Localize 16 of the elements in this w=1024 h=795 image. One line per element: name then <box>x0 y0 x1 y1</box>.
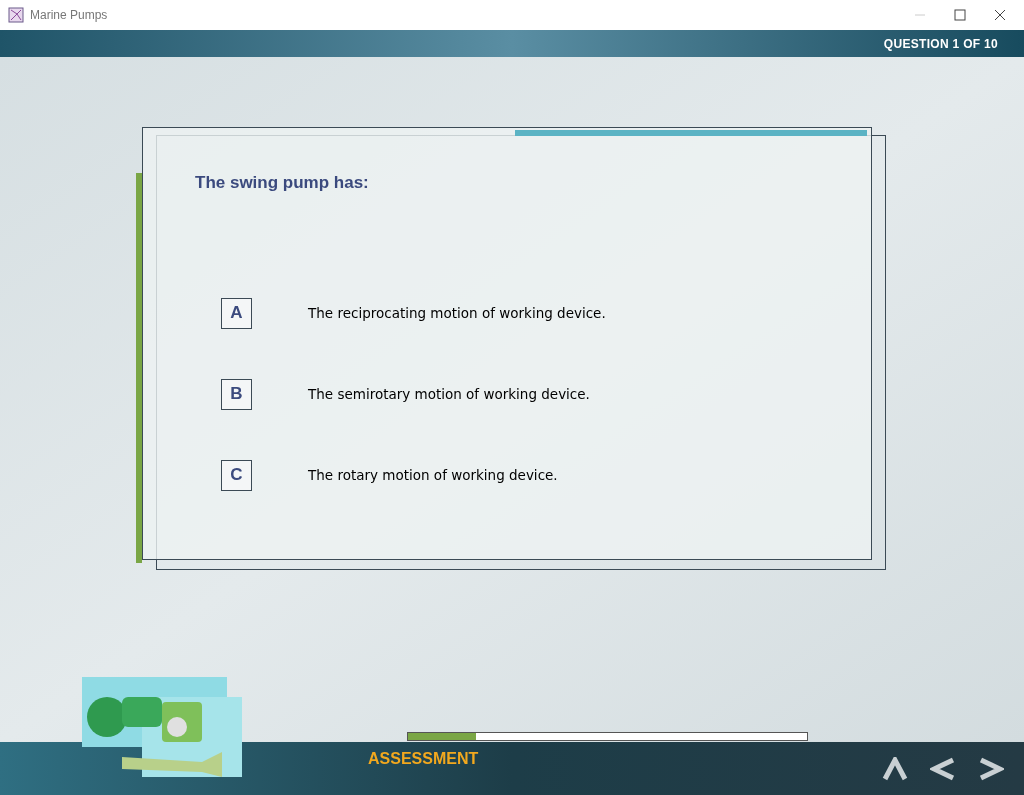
answer-text: The semirotary motion of working device. <box>308 384 590 404</box>
back-icon[interactable] <box>930 756 956 781</box>
section-title: ASSESSMENT <box>368 748 479 769</box>
forward-icon[interactable] <box>978 756 1004 781</box>
answer-text: The rotary motion of working device. <box>308 465 558 485</box>
close-icon[interactable] <box>994 9 1006 21</box>
maximize-icon[interactable] <box>954 9 966 21</box>
answer-option-button[interactable]: B <box>221 378 252 410</box>
question-counter: QUESTION 1 OF 10 <box>883 35 998 53</box>
window-title: Marine Pumps <box>30 7 108 24</box>
question-text: The swing pump has: <box>195 172 370 194</box>
answer-option-button[interactable]: C <box>221 459 252 491</box>
answer-text: The reciprocating motion of working device. <box>308 303 606 323</box>
up-icon[interactable] <box>882 756 908 781</box>
answer-option-button[interactable]: A <box>221 297 252 329</box>
app-icon <box>8 7 24 23</box>
